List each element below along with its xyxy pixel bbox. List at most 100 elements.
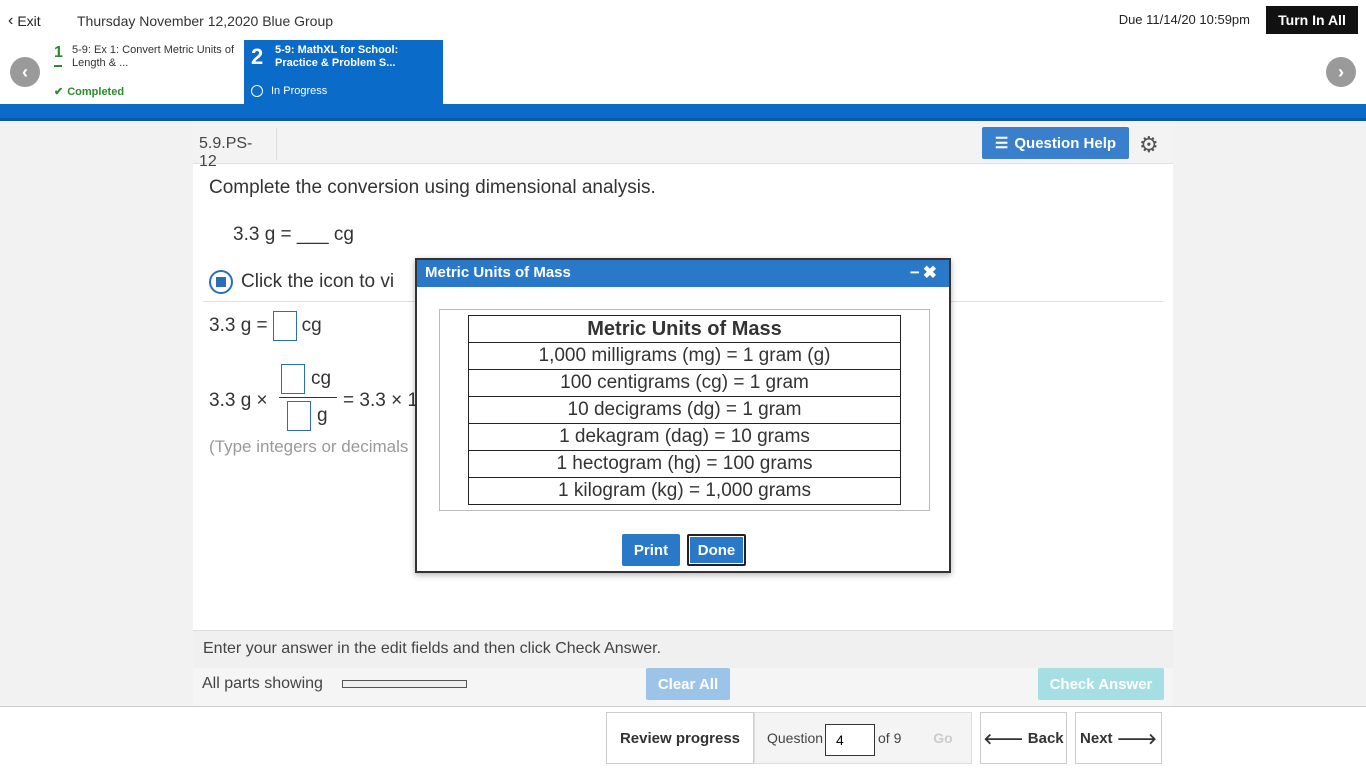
fraction-bar	[279, 397, 337, 398]
next-button[interactable]: Next 🡒	[1075, 712, 1162, 764]
unit-right: 1 gram	[742, 399, 802, 420]
clock-icon	[251, 85, 263, 97]
footer-nav: Review progress Question of 9 Go 🡐 Back …	[0, 706, 1366, 768]
task-status-label: Completed	[67, 85, 125, 98]
task-name: 5-9: MathXL for School: Practice & Probl…	[275, 44, 399, 69]
unit-right: 100 grams	[722, 453, 813, 474]
exit-button[interactable]: ‹ Exit	[8, 12, 41, 30]
task-number-underline	[54, 65, 62, 67]
unit-left: 100 centigrams (cg)	[560, 372, 729, 393]
task-name: 5-9: Ex 1: Convert Metric Units of Lengt…	[72, 44, 234, 69]
type-hint: (Type integers or decimals	[209, 437, 409, 456]
task-status-label: In Progress	[271, 85, 328, 97]
question-total: of 9	[878, 730, 902, 746]
equals-sign: =	[701, 453, 723, 474]
unit-left: 1 hectogram (hg)	[556, 453, 702, 474]
equals-sign: =	[720, 399, 743, 420]
minimize-icon[interactable]: −	[910, 263, 920, 283]
denominator-unit: g	[317, 405, 328, 426]
question-number-input[interactable]	[825, 724, 875, 756]
fraction-lead: 3.3 g ×	[209, 390, 268, 411]
parts-progress-bar	[342, 680, 467, 688]
table-frame: Metric Units of Mass 1,000 milligrams (m…	[439, 309, 930, 511]
metric-units-dialog: Metric Units of Mass − ✖ Metric Units of…	[415, 258, 951, 573]
numerator-input[interactable]	[281, 364, 305, 394]
all-parts-label: All parts showing	[202, 675, 323, 692]
back-button[interactable]: 🡐 Back	[980, 712, 1067, 764]
answer-unit: cg	[301, 315, 322, 336]
back-label: Back	[1027, 729, 1064, 747]
dialog-controls: − ✖	[910, 263, 937, 283]
numerator-unit: cg	[311, 368, 332, 389]
exit-label: Exit	[17, 13, 41, 29]
task-status: In Progress	[251, 85, 327, 97]
unit-left: 1,000 milligrams (mg)	[538, 345, 722, 366]
table-cell: 1 dekagram (dag) = 10 grams	[468, 423, 901, 451]
click-icon-text: Click the icon to vi	[241, 271, 395, 292]
top-bar: ‹ Exit Thursday November 12,2020 Blue Gr…	[0, 0, 1366, 104]
denominator-input[interactable]	[287, 401, 311, 431]
check-answer-button[interactable]: Check Answer	[1038, 668, 1164, 700]
done-button[interactable]: Done	[687, 534, 746, 566]
metric-mass-table: Metric Units of Mass 1,000 milligrams (m…	[468, 315, 901, 505]
header-divider-bar	[0, 104, 1366, 121]
turn-in-all-button[interactable]: Turn In All	[1266, 6, 1358, 34]
equals-sign: =	[721, 345, 743, 366]
print-button[interactable]: Print	[622, 534, 680, 566]
table-cell: 1 hectogram (hg) = 100 grams	[468, 450, 901, 478]
table-row: 10 decigrams (dg) = 1 gram	[468, 396, 901, 424]
table-header: Metric Units of Mass	[468, 315, 901, 343]
checkmark-icon: ✔	[54, 86, 64, 98]
question-instruction: Complete the conversion using dimensiona…	[209, 177, 656, 198]
list-icon: ☰	[994, 135, 1009, 152]
table-row: 1,000 milligrams (mg) = 1 gram (g)	[468, 342, 901, 370]
question-help-button[interactable]: ☰ Question Help	[982, 127, 1129, 159]
unit-right: 1 gram (g)	[742, 345, 831, 366]
dialog-title-bar: Metric Units of Mass − ✖	[417, 260, 949, 287]
unit-left: 10 decigrams (dg)	[567, 399, 721, 420]
assignment-title: Thursday November 12,2020 Blue Group	[77, 13, 334, 29]
fraction-denominator: g	[287, 401, 328, 431]
task-card-2[interactable]: 2 5-9: MathXL for School: Practice & Pro…	[244, 40, 443, 104]
fraction-numerator: cg	[281, 364, 331, 394]
review-progress-button[interactable]: Review progress	[606, 712, 754, 764]
task-status: ✔ Completed	[54, 85, 125, 99]
table-link-line: Click the icon to vi	[209, 270, 394, 294]
task-number: 1	[54, 44, 63, 61]
go-button[interactable]: Go	[915, 713, 971, 763]
due-date: Due 11/14/20 10:59pm	[1118, 12, 1250, 27]
table-row: 100 centigrams (cg) = 1 gram	[468, 369, 901, 397]
instruction-bar: Enter your answer in the edit fields and…	[193, 630, 1173, 668]
task-number: 2	[251, 44, 264, 69]
unit-right: 1 gram	[749, 372, 809, 393]
question-navigator: Question of 9 Go	[754, 712, 972, 764]
table-icon[interactable]	[209, 270, 233, 294]
question-equation: 3.3 g = ___ cg	[233, 224, 354, 245]
next-task-arrow-icon[interactable]: ›	[1326, 57, 1356, 87]
answer-lead: 3.3 g =	[209, 315, 268, 336]
table-row: 1 hectogram (hg) = 100 grams	[468, 450, 901, 478]
question-header: 5.9.PS-12 ☰ Question Help ⚙	[193, 124, 1173, 170]
table-cell: 1,000 milligrams (mg) = 1 gram (g)	[468, 342, 901, 370]
question-label: Question	[767, 730, 824, 746]
equals-sign: =	[728, 372, 750, 393]
action-bar: All parts showing Clear All Check Answer	[193, 668, 1173, 706]
prev-task-arrow-icon[interactable]: ‹	[10, 57, 40, 87]
table-row: 1 dekagram (dag) = 10 grams	[468, 423, 901, 451]
next-label: Next	[1080, 729, 1113, 747]
chevron-left-icon: ‹	[8, 12, 14, 29]
equals-sign: =	[683, 480, 706, 501]
answer-input[interactable]	[272, 311, 297, 341]
task-card-1[interactable]: 1 5-9: Ex 1: Convert Metric Units of Len…	[48, 40, 244, 104]
table-cell: 1 kilogram (kg) = 1,000 grams	[468, 477, 901, 505]
unit-left: 1 dekagram (dag)	[559, 426, 710, 447]
answer-line: 3.3 g = cg	[209, 311, 322, 341]
gear-icon[interactable]: ⚙	[1139, 132, 1159, 158]
question-id: 5.9.PS-12	[193, 128, 277, 170]
table-row: 1 kilogram (kg) = 1,000 grams	[468, 477, 901, 505]
table-cell: 100 centigrams (cg) = 1 gram	[468, 369, 901, 397]
unit-left: 1 kilogram (kg)	[558, 480, 684, 501]
clear-all-button[interactable]: Clear All	[646, 668, 730, 700]
close-icon[interactable]: ✖	[923, 263, 937, 283]
question-help-label: Question Help	[1014, 134, 1117, 152]
